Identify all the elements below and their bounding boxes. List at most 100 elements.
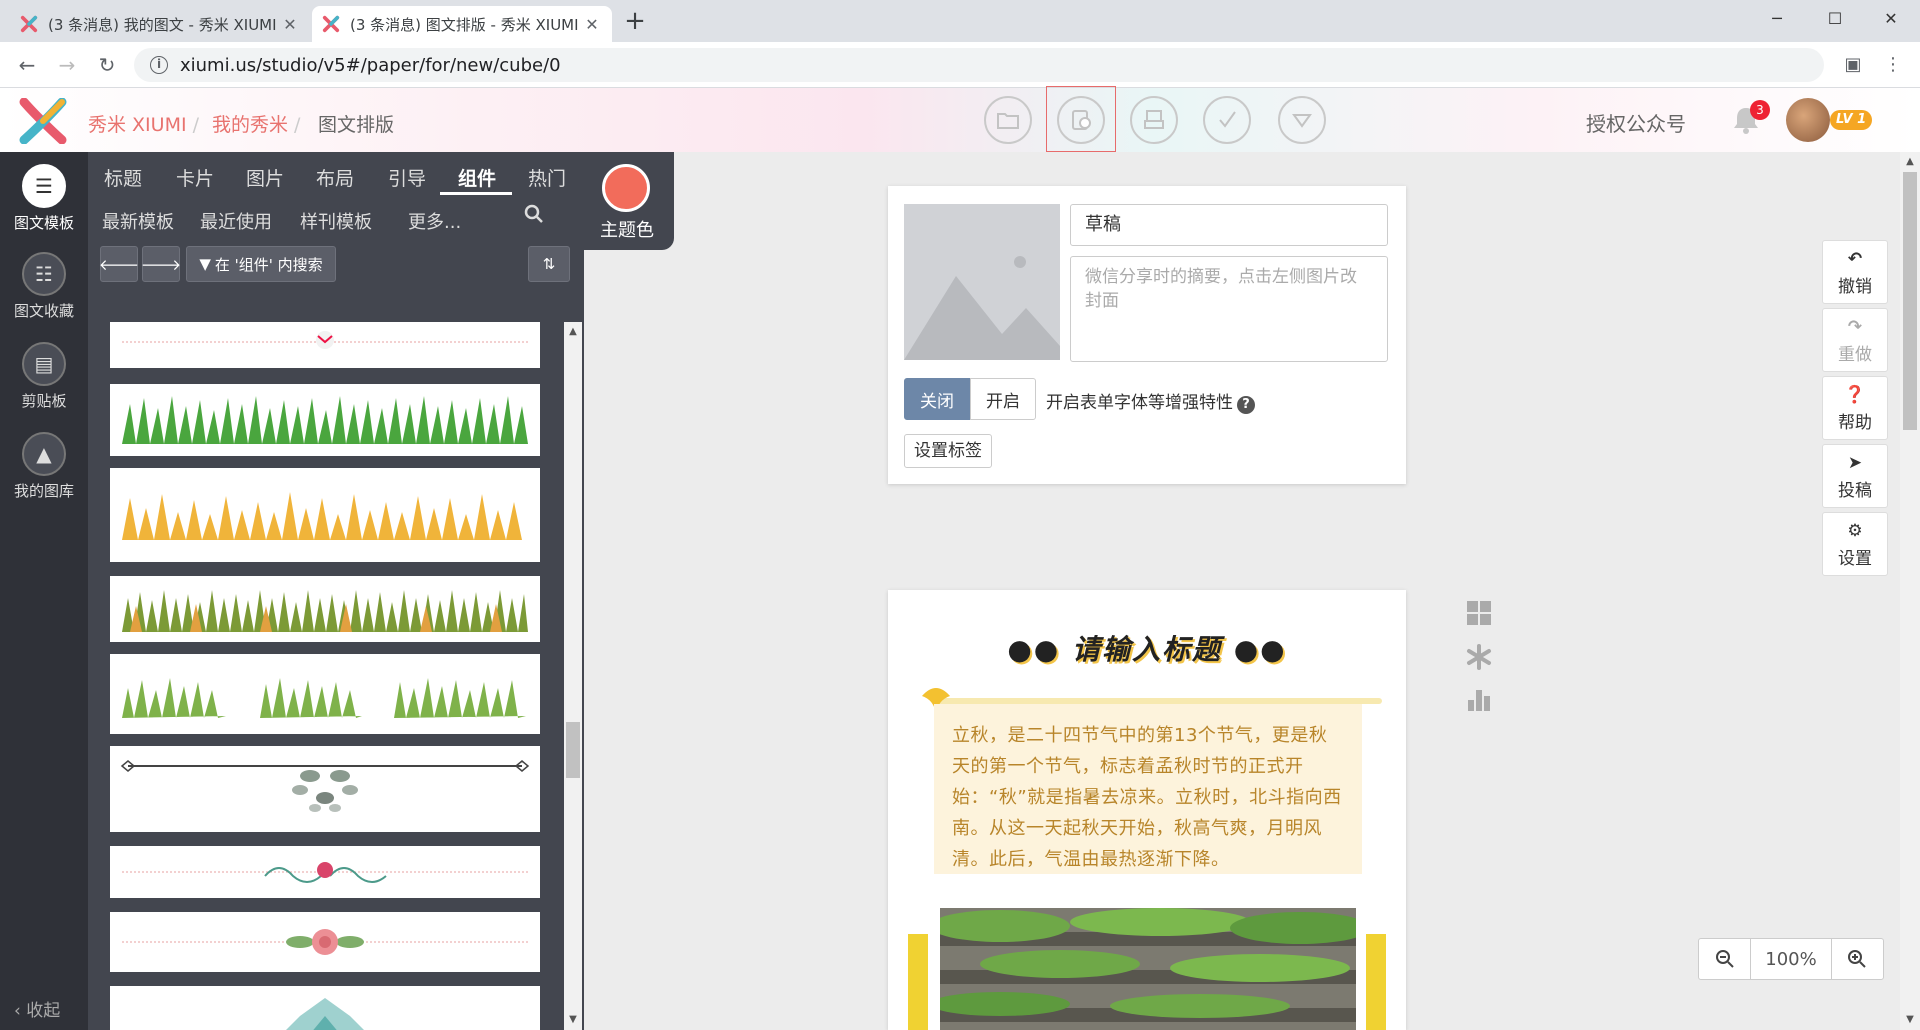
redo-button[interactable]: ↷ 重做 — [1822, 308, 1888, 372]
breadcrumb-my-xiumi[interactable]: 我的秀米 / — [212, 110, 300, 137]
tab-layout[interactable]: 布局 — [316, 164, 354, 191]
rail-item-clipboard[interactable]: ▤ 剪贴板 — [0, 342, 88, 411]
active-tab-indicator — [440, 192, 512, 195]
scroll-down-icon[interactable]: ▼ — [564, 1014, 582, 1025]
subtab-more[interactable]: 更多... — [408, 208, 461, 234]
set-tags-button[interactable]: 设置标签 — [904, 434, 992, 468]
profile-extension-icon[interactable]: ▣ — [1840, 52, 1866, 78]
subtab-sample[interactable]: 样刊模板 — [300, 208, 372, 234]
browser-tabbar: (3 条消息) 我的图文 - 秀米 XIUMI ✕ (3 条消息) 图文排版 -… — [0, 0, 1920, 42]
search-icon[interactable] — [524, 204, 544, 229]
component-list-scrollbar[interactable]: ▲ ▼ — [564, 322, 582, 1030]
title-field[interactable]: 草稿 — [1070, 204, 1388, 246]
decor-stripe-left — [908, 934, 928, 1030]
tab-close-icon[interactable]: ✕ — [582, 15, 602, 34]
list-item[interactable] — [110, 654, 540, 734]
maximize-button[interactable]: ☐ — [1806, 0, 1864, 38]
subtab-latest[interactable]: 最新模板 — [102, 208, 174, 234]
rail-item-gallery[interactable]: ▲ 我的图库 — [0, 432, 88, 501]
xiumi-logo-icon[interactable] — [18, 98, 68, 144]
canvas-scrollbar[interactable]: ▲ ▼ — [1900, 152, 1920, 1030]
browser-tab[interactable]: (3 条消息) 我的图文 - 秀米 XIUMI ✕ — [10, 6, 310, 42]
preview-icon[interactable] — [1057, 96, 1105, 144]
authorize-account-link[interactable]: 授权公众号 — [1586, 108, 1686, 137]
list-item[interactable] — [110, 322, 540, 368]
decor-stripe-right — [1366, 934, 1386, 1030]
article-body[interactable]: 立秋，是二十四节气中的第13个节气，更是秋天的第一个节气，标志着孟秋时节的正式开… — [934, 704, 1362, 874]
menu-icon[interactable]: ⋮ — [1880, 52, 1906, 78]
sort-button[interactable]: ⇅ — [528, 246, 570, 282]
list-item[interactable] — [110, 468, 540, 562]
component-list — [110, 322, 540, 1030]
new-tab-button[interactable]: + — [620, 8, 650, 38]
browser-tab-active[interactable]: (3 条消息) 图文排版 - 秀米 XIUMI ✕ — [312, 6, 612, 42]
undo-button[interactable]: ↶ 撤销 — [1822, 240, 1888, 304]
list-item[interactable] — [110, 746, 540, 832]
settings-asterisk-icon[interactable] — [1464, 644, 1494, 674]
reload-icon[interactable]: ↻ — [92, 50, 122, 80]
level-badge: LV 1 — [1830, 110, 1873, 130]
zoom-level[interactable]: 100% — [1750, 939, 1832, 979]
image-placeholder-icon — [904, 204, 1060, 360]
list-item[interactable] — [110, 912, 540, 972]
folder-icon[interactable] — [984, 96, 1032, 144]
tab-title: (3 条消息) 图文排版 - 秀米 XIUMI — [350, 15, 579, 34]
arrow-right-icon: 🡒 — [140, 255, 182, 274]
dropdown-icon[interactable] — [1278, 96, 1326, 144]
close-window-button[interactable]: ✕ — [1862, 0, 1920, 38]
list-item[interactable] — [110, 384, 540, 456]
enhance-feature-label: 开启表单字体等增强特性? — [1046, 388, 1255, 414]
scroll-up-icon[interactable]: ▲ — [1900, 156, 1920, 167]
tab-hot[interactable]: 热门 — [528, 164, 566, 191]
subtab-recent[interactable]: 最近使用 — [200, 208, 272, 234]
scrollbar-thumb[interactable] — [1903, 172, 1917, 430]
avatar[interactable] — [1786, 98, 1830, 142]
scrollbar-thumb[interactable] — [566, 722, 580, 778]
zoom-in-icon[interactable] — [1832, 939, 1883, 979]
print-icon[interactable] — [1130, 96, 1178, 144]
zoom-out-icon[interactable] — [1699, 939, 1750, 979]
stats-chart-icon[interactable] — [1464, 686, 1494, 716]
filter-icon: ▼ — [199, 255, 211, 273]
forward-arrow-button[interactable]: 🡒 — [140, 246, 182, 282]
submit-button[interactable]: ➤ 投稿 — [1822, 444, 1888, 508]
summary-field[interactable]: 微信分享时的摘要，点击左侧图片改封面 — [1070, 256, 1388, 362]
tab-guide[interactable]: 引导 — [388, 164, 426, 191]
sort-icon: ⇅ — [542, 255, 556, 273]
grid-view-icon[interactable] — [1464, 600, 1494, 630]
site-info-icon[interactable]: i — [150, 56, 168, 74]
back-icon[interactable]: ← — [12, 50, 42, 80]
address-bar[interactable]: i xiumi.us/studio/v5#/paper/for/new/cube… — [134, 48, 1824, 82]
toggle-off-button[interactable]: 关闭 — [904, 378, 970, 420]
list-item[interactable] — [110, 986, 540, 1030]
redo-icon: ↷ — [1847, 317, 1863, 337]
theme-color-swatch[interactable] — [602, 164, 650, 212]
article-photo[interactable] — [940, 908, 1356, 1030]
tab-image[interactable]: 图片 — [246, 164, 284, 191]
forward-icon[interactable]: → — [52, 50, 82, 80]
scroll-down-icon[interactable]: ▼ — [1900, 1014, 1920, 1025]
scroll-up-icon[interactable]: ▲ — [564, 326, 582, 337]
back-arrow-button[interactable]: 🡐 — [99, 246, 139, 282]
breadcrumb-home[interactable]: 秀米 XIUMI / — [88, 110, 199, 137]
check-icon[interactable] — [1203, 96, 1251, 144]
minimize-button[interactable]: ─ — [1748, 0, 1806, 38]
list-item[interactable] — [110, 846, 540, 898]
tab-title[interactable]: 标题 — [104, 164, 142, 191]
scoped-search-button[interactable]: ▼ 在 '组件' 内搜索 — [186, 246, 336, 282]
help-icon[interactable]: ? — [1237, 396, 1255, 414]
article-title[interactable]: ●● 请输入标题 ●● — [888, 628, 1406, 668]
settings-button[interactable]: ⚙ 设置 — [1822, 512, 1888, 576]
notification-badge: 3 — [1750, 100, 1770, 120]
help-button[interactable]: ❓ 帮助 — [1822, 376, 1888, 440]
list-item[interactable] — [110, 576, 540, 642]
toggle-on-button[interactable]: 开启 — [970, 378, 1036, 420]
cover-image-placeholder[interactable] — [904, 204, 1060, 360]
rail-item-templates[interactable]: ☰ 图文模板 — [0, 164, 88, 233]
tab-card[interactable]: 卡片 — [176, 164, 214, 191]
rail-item-favorites[interactable]: ☷ 图文收藏 — [0, 252, 88, 321]
collapse-button[interactable]: ‹ 收起 — [14, 996, 60, 1021]
tab-component[interactable]: 组件 — [458, 164, 496, 191]
document-settings-card: 草稿 微信分享时的摘要，点击左侧图片改封面 关闭 开启 开启表单字体等增强特性?… — [888, 186, 1406, 484]
tab-close-icon[interactable]: ✕ — [280, 15, 300, 34]
